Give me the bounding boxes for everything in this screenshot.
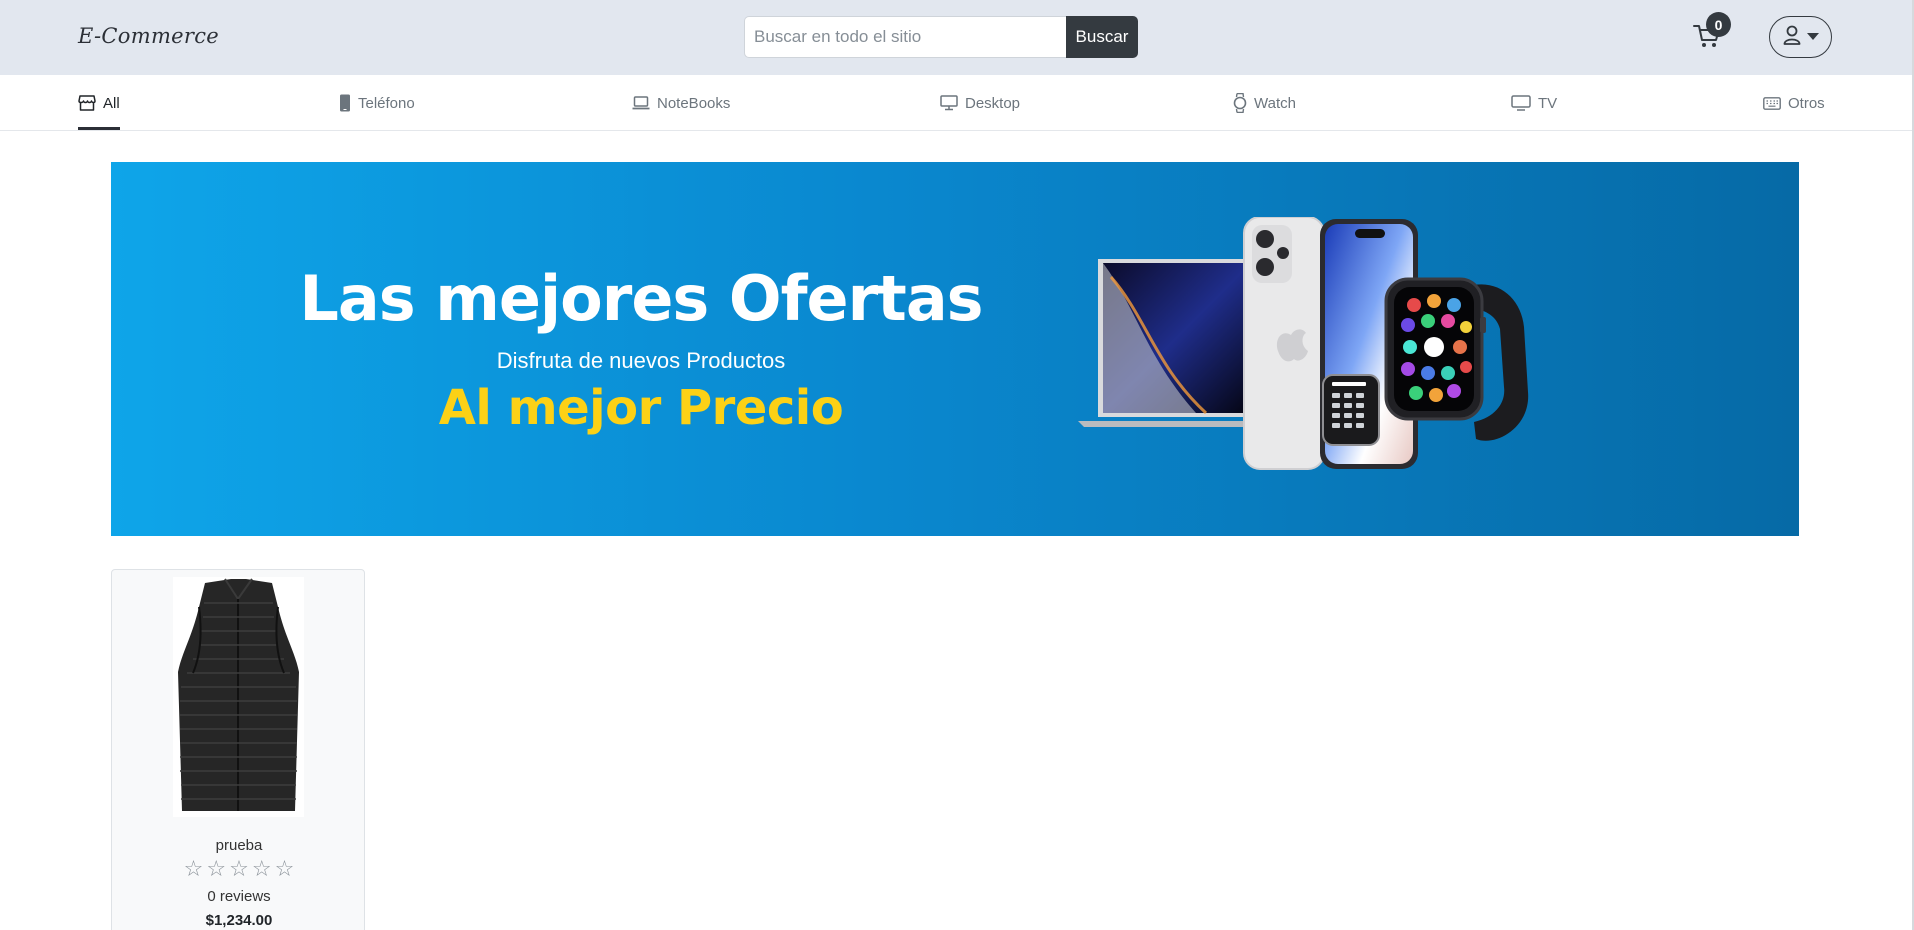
product-name[interactable]: prueba [112, 837, 366, 854]
star-icon: ☆ [274, 856, 295, 881]
laptop-icon [632, 96, 650, 110]
nav-item-label: All [103, 94, 120, 112]
store-icon [78, 95, 96, 111]
user-icon [1783, 25, 1801, 50]
caret-down-icon [1806, 28, 1819, 46]
star-icon: ☆ [229, 856, 249, 881]
nav-item-notebooks[interactable]: NoteBooks [632, 75, 730, 131]
smartwatch-icon [1384, 277, 1529, 441]
star-icon: ☆ [206, 856, 227, 881]
top-header: E-Commerce Buscar 0 [0, 0, 1914, 75]
cart-count-badge: 0 [1706, 12, 1731, 37]
watch-icon [1233, 93, 1247, 113]
reviews-count: 0 reviews [207, 888, 271, 905]
keyboard-icon [1763, 96, 1781, 110]
site-logo[interactable]: E-Commerce [78, 24, 219, 48]
search-button[interactable]: Buscar [1066, 16, 1138, 58]
nav-item-label: NoteBooks [657, 94, 731, 112]
star-icon: ☆ [251, 856, 272, 881]
product-price: $1,234.00 [205, 912, 273, 929]
banner-title: Las mejores Ofertas [299, 262, 983, 335]
search-input[interactable] [744, 16, 1066, 58]
rating-stars: ☆ ☆ ☆ ☆ ☆ [112, 858, 366, 880]
nav-item-label: TV [1538, 94, 1558, 112]
nav-item-tv[interactable]: TV [1511, 75, 1557, 131]
nav-item-label: Desktop [965, 94, 1021, 112]
nav-item-label: Otros [1788, 94, 1825, 112]
nav-item-label: Watch [1254, 94, 1296, 112]
laptop-icon [1078, 259, 1266, 427]
promo-banner[interactable]: Las mejores Ofertas Disfruta de nuevos P… [111, 162, 1799, 536]
nav-item-otros[interactable]: Otros [1763, 75, 1825, 131]
category-nav: All Teléfono NoteBooks Desktop Watch TV [0, 75, 1914, 131]
user-menu-button[interactable] [1769, 16, 1832, 58]
devices-illustration [1078, 217, 1529, 470]
product-card[interactable]: prueba ☆ ☆ ☆ ☆ ☆ 0 reviews $1,234.00 [111, 569, 365, 930]
banner-subtitle: Disfruta de nuevos Productos [496, 348, 786, 373]
desktop-icon [940, 95, 958, 111]
nav-item-desktop[interactable]: Desktop [940, 75, 1020, 131]
star-icon: ☆ [183, 856, 204, 881]
nav-item-label: Teléfono [358, 94, 415, 112]
nav-item-telefono[interactable]: Teléfono [339, 75, 415, 131]
small-watch-icon [1322, 374, 1380, 446]
tv-icon [1511, 95, 1531, 111]
nav-item-all[interactable]: All [78, 75, 120, 131]
nav-item-watch[interactable]: Watch [1233, 75, 1296, 131]
product-image[interactable] [173, 577, 304, 817]
phone-icon [339, 94, 351, 112]
search-bar: Buscar [744, 16, 1138, 58]
banner-price-text: Al mejor Precio [438, 380, 844, 436]
phone-back-icon [1243, 217, 1325, 470]
